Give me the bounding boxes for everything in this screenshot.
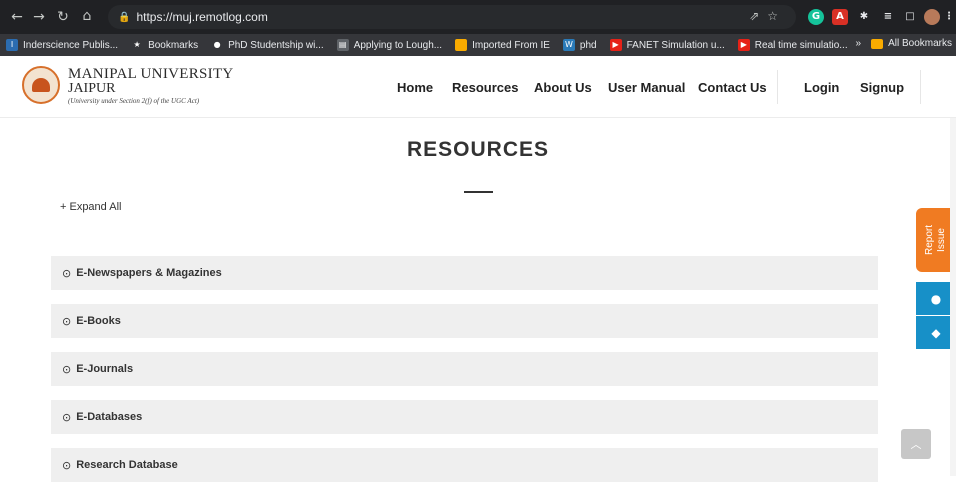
- all-bookmarks-link[interactable]: All Bookmarks: [888, 38, 952, 49]
- folder-icon: [455, 39, 468, 51]
- extensions-icon[interactable]: ✱: [856, 9, 872, 25]
- grammarly-icon[interactable]: G: [808, 9, 824, 25]
- pdf-extension-icon[interactable]: A: [832, 9, 848, 25]
- star-icon: ★: [131, 39, 144, 51]
- forward-icon[interactable]: →: [28, 9, 50, 25]
- accordion-e-books[interactable]: ⊙ E-Books: [51, 304, 878, 338]
- site-header: MANIPAL UNIVERSITY JAIPUR (University un…: [0, 56, 956, 118]
- bookmark-label: FANET Simulation u...: [626, 39, 725, 51]
- bookmark-item[interactable]: Wphd: [562, 39, 597, 51]
- bookmark-item[interactable]: ▶ Real time simulatio...: [737, 39, 848, 51]
- bookmarks-bar: I Inderscience Publis... ★ Bookmarks ● PhD St…: [0, 34, 956, 56]
- all-bookmarks-folder-icon: [871, 38, 884, 49]
- nav-user-manual[interactable]: User Manual: [608, 80, 685, 95]
- accordion-label: E-Databases: [76, 411, 143, 423]
- chevron-circle-icon: ⊙: [62, 362, 72, 376]
- accordion-research-database[interactable]: ⊙ Research Database: [51, 448, 878, 482]
- bookmark-label: Real time simulatio...: [754, 39, 848, 51]
- bookmark-item[interactable]: I Inderscience Publis...: [6, 39, 118, 51]
- nav-home[interactable]: Home: [397, 80, 433, 95]
- nav-divider: [777, 70, 778, 104]
- report-issue-label: Report Issue: [924, 225, 948, 255]
- chevron-circle-icon: ⊙: [62, 458, 72, 472]
- accordion-label: E-Newspapers & Magazines: [76, 267, 222, 279]
- android-icon: ◆: [931, 325, 941, 340]
- bookmark-item[interactable]: ● PhD Studentship wi...: [211, 39, 324, 51]
- chevron-circle-icon: ⊙: [62, 410, 72, 424]
- bookmark-label: Imported From IE: [472, 39, 550, 51]
- bookmark-label: PhD Studentship wi...: [228, 39, 324, 51]
- page-icon: ▤: [336, 39, 349, 51]
- accordion-e-journals[interactable]: ⊙ E-Journals: [51, 352, 878, 386]
- signup-link[interactable]: Signup: [860, 80, 904, 95]
- bookmark-item[interactable]: ★ Bookmarks: [131, 39, 198, 51]
- page-title: RESOURCES: [406, 138, 550, 161]
- university-city: JAIPUR: [68, 81, 116, 96]
- logo-emblem: [32, 78, 50, 92]
- bookmark-label: phd: [579, 39, 597, 51]
- university-logo[interactable]: [22, 66, 60, 104]
- page-scrollbar[interactable]: [950, 118, 956, 476]
- globe-icon: ●: [211, 39, 224, 51]
- menu-kebab-icon[interactable]: ⋮: [944, 9, 954, 25]
- browser-toolbar: ← → ↻ ⌂ 🔒 https://muj.remotlog.com ⇗☆ G …: [0, 0, 956, 34]
- profile-avatar[interactable]: [924, 9, 940, 25]
- accordion-label: E-Journals: [76, 363, 134, 375]
- title-underline: [464, 191, 493, 193]
- side-panel-icon[interactable]: □: [902, 9, 918, 25]
- address-bar[interactable]: 🔒 https://muj.remotlog.com ⇗☆: [108, 5, 796, 29]
- youtube-icon: ▶: [737, 39, 750, 51]
- lock-icon: 🔒: [118, 11, 131, 23]
- bookmarks-overflow: » All Bookmarks: [856, 38, 952, 49]
- inderscience-icon: I: [6, 39, 18, 51]
- nav-resources[interactable]: Resources: [452, 80, 518, 95]
- report-issue-line-2: Issue: [935, 228, 947, 252]
- youtube-icon: ▶: [609, 39, 622, 51]
- accordion-e-databases[interactable]: ⊙ E-Databases: [51, 400, 878, 434]
- report-issue-line-1: Report: [923, 224, 935, 256]
- chevron-circle-icon: ⊙: [62, 314, 72, 328]
- login-link[interactable]: Login: [804, 80, 839, 95]
- bookmark-label: Bookmarks: [148, 39, 199, 51]
- nav-contact-us[interactable]: Contact Us: [698, 80, 767, 95]
- accordion-label: Research Database: [76, 459, 178, 471]
- reading-list-icon[interactable]: ≡: [880, 9, 896, 25]
- expand-all-link[interactable]: + Expand All: [60, 201, 121, 213]
- bookmark-label: Inderscience Publis...: [23, 39, 119, 51]
- bookmark-item[interactable]: Imported From IE: [455, 39, 550, 51]
- bookmark-item[interactable]: ▶ FANET Simulation u...: [609, 39, 725, 51]
- bookmark-label: Applying to Lough...: [353, 39, 443, 51]
- accordion-e-newspapers[interactable]: ⊙ E-Newspapers & Magazines: [51, 256, 878, 290]
- scroll-to-top-button[interactable]: ︿: [901, 429, 931, 459]
- chevron-circle-icon: ⊙: [62, 266, 72, 280]
- back-icon[interactable]: ←: [6, 9, 28, 25]
- bookmark-item[interactable]: ▤ Applying to Lough...: [336, 39, 443, 51]
- nav-about-us[interactable]: About Us: [534, 80, 592, 95]
- w3-icon: W: [562, 39, 575, 51]
- chevron-up-icon: ︿: [910, 438, 922, 451]
- bookmarks-overflow-button[interactable]: »: [856, 38, 862, 49]
- home-icon[interactable]: ⌂: [76, 8, 98, 24]
- share-star-icons[interactable]: ⇗☆: [749, 9, 786, 23]
- reload-icon[interactable]: ↻: [52, 9, 74, 25]
- nav-divider: [920, 70, 921, 104]
- apple-icon: ●: [930, 291, 942, 306]
- accordion-label: E-Books: [76, 315, 121, 327]
- university-subtitle: (University under Section 2(f) of the UG…: [68, 97, 200, 105]
- url-text[interactable]: https://muj.remotlog.com: [136, 10, 267, 24]
